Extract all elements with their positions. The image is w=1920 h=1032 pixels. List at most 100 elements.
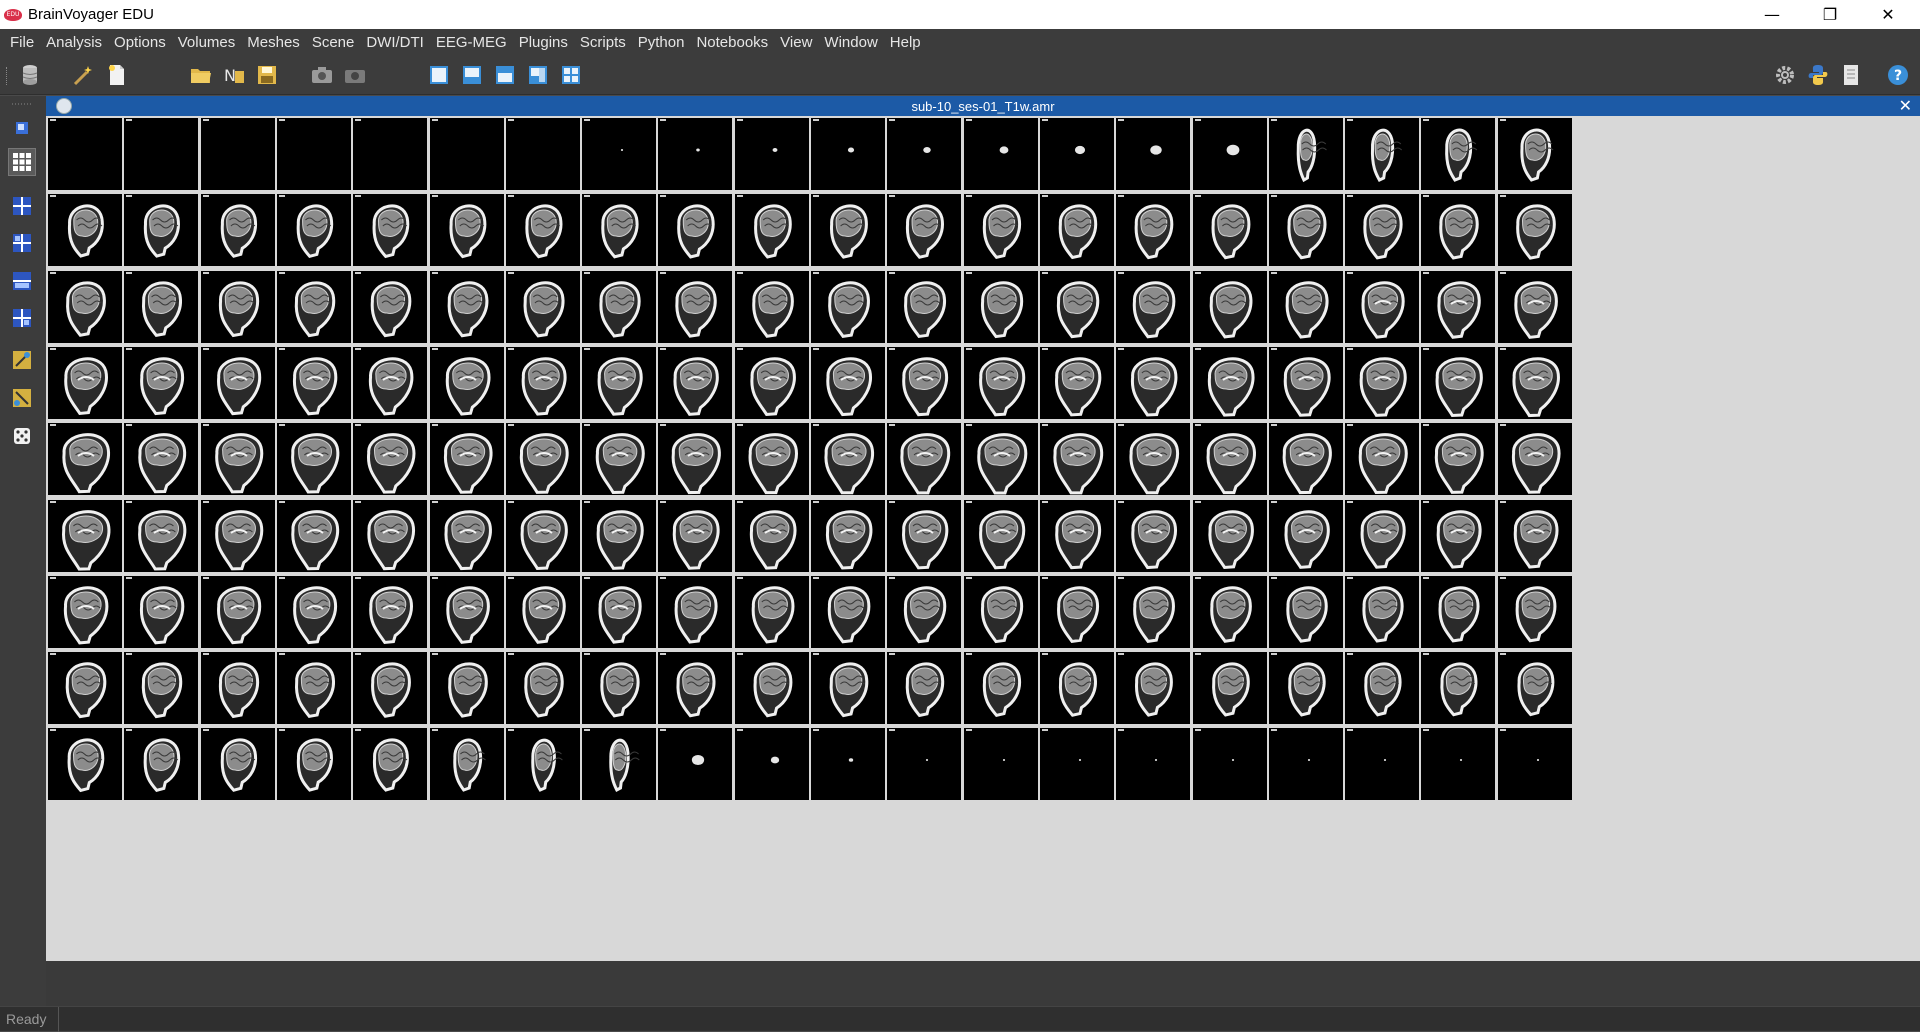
volume-view-2-icon[interactable]	[10, 231, 34, 255]
menu-options[interactable]: Options	[108, 34, 172, 51]
slice-cell[interactable]	[734, 194, 809, 267]
slice-cell[interactable]	[1345, 728, 1420, 801]
slice-cell[interactable]	[1421, 499, 1496, 572]
menu-scripts[interactable]: Scripts	[574, 34, 632, 51]
slice-cell[interactable]	[1497, 652, 1572, 725]
slice-cell[interactable]	[353, 194, 428, 267]
slice-cell[interactable]	[276, 652, 351, 725]
slice-cell[interactable]	[582, 270, 657, 343]
slice-cell[interactable]	[1116, 346, 1191, 419]
slice-cell[interactable]	[1039, 652, 1114, 725]
slice-cell[interactable]	[734, 652, 809, 725]
slice-cell[interactable]	[505, 346, 580, 419]
slice-cell[interactable]	[811, 728, 885, 801]
slice-cell[interactable]	[1116, 118, 1191, 190]
slice-cell[interactable]	[1268, 346, 1343, 419]
open-folder-icon[interactable]	[189, 63, 213, 87]
mosaic-slice-grid[interactable]	[46, 116, 1920, 961]
slice-cell[interactable]	[505, 575, 580, 648]
new-document-icon[interactable]	[105, 63, 129, 87]
slice-cell[interactable]	[429, 423, 504, 496]
slice-cell[interactable]	[1345, 194, 1420, 267]
volume-view-3-icon[interactable]	[10, 269, 34, 293]
slice-cell[interactable]	[124, 423, 199, 496]
slice-cell[interactable]	[582, 575, 657, 648]
slice-cell[interactable]	[276, 270, 351, 343]
slice-cell[interactable]	[887, 728, 962, 801]
slice-cell[interactable]	[734, 499, 809, 572]
slice-cell[interactable]	[1116, 423, 1191, 496]
slice-cell[interactable]	[1116, 652, 1191, 725]
slice-cell[interactable]	[48, 346, 122, 419]
slice-cell[interactable]	[353, 118, 428, 190]
slice-cell[interactable]	[811, 423, 885, 496]
slice-cell[interactable]	[582, 652, 657, 725]
slice-cell[interactable]	[734, 118, 809, 190]
slice-cell[interactable]	[276, 499, 351, 572]
slice-cell[interactable]	[1497, 575, 1572, 648]
slice-cell[interactable]	[1345, 346, 1420, 419]
slice-cell[interactable]	[1116, 270, 1191, 343]
slice-cell[interactable]	[1421, 728, 1496, 801]
view-layout-1-icon[interactable]	[460, 63, 484, 87]
slice-cell[interactable]	[200, 423, 275, 496]
slice-cell[interactable]	[734, 728, 809, 801]
slice-cell[interactable]	[276, 575, 351, 648]
slice-cell[interactable]	[1268, 652, 1343, 725]
slice-cell[interactable]	[1116, 575, 1191, 648]
dice-icon[interactable]	[10, 424, 34, 448]
slice-cell[interactable]	[276, 423, 351, 496]
slice-cell[interactable]	[1039, 346, 1114, 419]
slice-cell[interactable]	[1116, 499, 1191, 572]
slice-cell[interactable]	[124, 270, 199, 343]
slice-cell[interactable]	[1421, 575, 1496, 648]
slice-cell[interactable]	[963, 118, 1038, 190]
slice-cell[interactable]	[48, 728, 122, 801]
menu-scene[interactable]: Scene	[306, 34, 361, 51]
slice-cell[interactable]	[1497, 346, 1572, 419]
slice-cell[interactable]	[658, 575, 733, 648]
slice-cell[interactable]	[48, 575, 122, 648]
slice-cell[interactable]	[963, 423, 1038, 496]
menu-eeg-meg[interactable]: EEG-MEG	[430, 34, 513, 51]
slice-cell[interactable]	[582, 118, 657, 190]
slice-cell[interactable]	[963, 270, 1038, 343]
slice-cell[interactable]	[963, 652, 1038, 725]
snapshot-icon[interactable]	[310, 63, 334, 87]
slice-cell[interactable]	[48, 194, 122, 267]
menu-view[interactable]: View	[774, 34, 818, 51]
slice-cell[interactable]	[887, 423, 962, 496]
slice-cell[interactable]	[1497, 499, 1572, 572]
slice-cell[interactable]	[1497, 270, 1572, 343]
menu-meshes[interactable]: Meshes	[241, 34, 306, 51]
menu-python[interactable]: Python	[632, 34, 691, 51]
volume-view-4-icon[interactable]	[10, 306, 34, 330]
slice-cell[interactable]	[658, 423, 733, 496]
slice-cell[interactable]	[963, 499, 1038, 572]
slice-cell[interactable]	[1192, 270, 1267, 343]
slice-cell[interactable]	[505, 118, 580, 190]
slice-cell[interactable]	[1268, 194, 1343, 267]
slice-cell[interactable]	[1192, 194, 1267, 267]
close-document-button[interactable]: ✕	[1899, 96, 1912, 115]
mosaic-view-icon[interactable]	[8, 148, 36, 176]
slice-cell[interactable]	[353, 423, 428, 496]
slice-cell[interactable]	[1192, 728, 1267, 801]
slice-cell[interactable]	[1268, 270, 1343, 343]
slice-cell[interactable]	[1192, 575, 1267, 648]
view-layout-2-icon[interactable]	[493, 63, 517, 87]
slice-cell[interactable]	[887, 270, 962, 343]
slice-cell[interactable]	[811, 346, 885, 419]
slice-cell[interactable]	[1345, 118, 1420, 190]
slice-cell[interactable]	[1421, 346, 1496, 419]
slice-cell[interactable]	[124, 118, 199, 190]
slice-cell[interactable]	[48, 118, 122, 190]
slice-cell[interactable]	[353, 728, 428, 801]
slice-cell[interactable]	[1268, 423, 1343, 496]
slice-cell[interactable]	[353, 499, 428, 572]
slice-cell[interactable]	[276, 194, 351, 267]
slice-cell[interactable]	[658, 270, 733, 343]
slice-cell[interactable]	[1116, 728, 1191, 801]
slice-cell[interactable]	[353, 575, 428, 648]
slice-cell[interactable]	[505, 423, 580, 496]
